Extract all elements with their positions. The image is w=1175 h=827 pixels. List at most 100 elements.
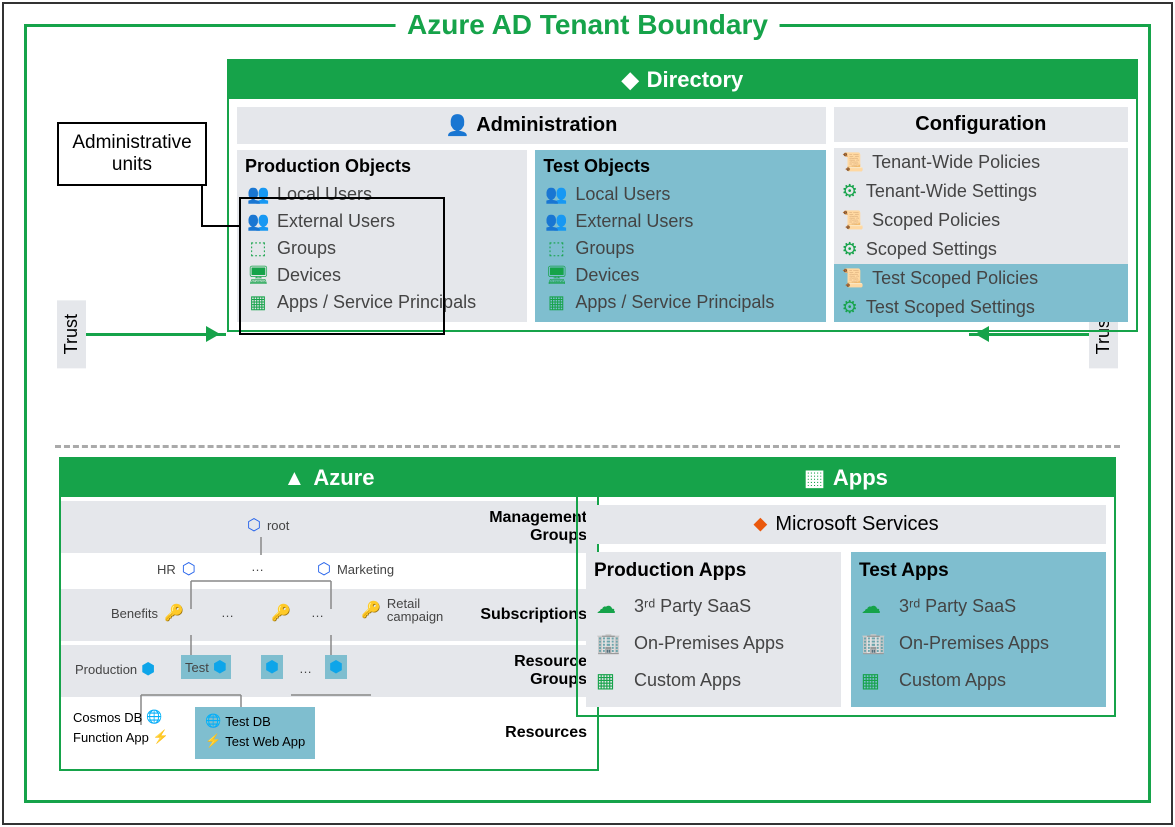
config-scoped-policies: 📜Scoped Policies [834,206,1128,235]
admin-units-scope-border [239,197,445,335]
config-tenant-policies: 📜Tenant-Wide Policies [834,148,1128,177]
administration-title: Administration [476,114,617,137]
mgmt-marketing-label: Marketing [337,562,394,577]
mgmt-group-icon: ⬡ [182,559,196,579]
grid-icon: ▦ [861,668,889,693]
test-groups: ⬚Groups [543,235,817,262]
admin-units-box: Administrative units [57,122,207,186]
scroll-icon: 📜 [842,268,864,289]
external-users-icon: 👥 [545,211,567,232]
rg-test-label: Test [185,660,209,675]
rg-production-label: Production [75,662,137,677]
admin-icon: 👤 [445,113,470,138]
res-testdb: 🌐Test DB [199,711,311,731]
building-icon: 🏢 [861,631,889,656]
azure-mgmt-row: ⬡ root Management Groups [61,501,597,553]
azure-icon: ▲ [284,465,306,491]
mgmt-root-label: root [267,518,289,533]
devices-icon: 🖥 [545,265,567,286]
resource-group-icon: ⬢ [325,655,347,679]
test-custom: ▦Custom Apps [859,662,1098,699]
configuration-header: Configuration [834,107,1128,142]
res-function: Function App⚡ [67,727,175,747]
function-icon: ⚡ [153,729,169,745]
sub-retail-label: Retail campaign [387,597,447,623]
sub-benefits-label: Benefits [111,606,158,621]
trust-arrow-left [86,333,226,336]
test-external-users: 👥External Users [543,208,817,235]
apps-section: ▦ Apps ⬥ Microsoft Services Production A… [576,457,1116,717]
resource-group-icon: ⬢ [141,659,155,679]
office-icon: ⬥ [753,513,767,536]
users-icon: 👥 [545,184,567,205]
gear-icon: ⚙ [842,239,858,260]
config-test-scoped-settings: ⚙Test Scoped Settings [834,293,1128,322]
web-icon: ⚡ [205,733,221,749]
apps-header: ▦ Apps [578,459,1114,497]
config-tenant-settings: ⚙Tenant-Wide Settings [834,177,1128,206]
azure-section: ▲ Azure [59,457,599,771]
res-cosmos: Cosmos DB🌐 [67,707,175,727]
tenant-boundary: Azure AD Tenant Boundary Administrative … [24,24,1151,803]
test-apps-sp: ▦Apps / Service Principals [543,289,817,316]
configuration-title: Configuration [915,113,1046,136]
administration-header: 👤 Administration [237,107,826,144]
key-icon: 🔑 [271,603,291,623]
scroll-icon: 📜 [842,210,864,231]
production-apps: Production Apps ☁3ʳᵈ Party SaaS 🏢On-Prem… [586,552,841,707]
cloud-icon: ☁ [861,594,889,619]
ms-services-label: Microsoft Services [775,513,938,536]
scroll-icon: 📜 [842,152,864,173]
test-objects: Test Objects 👥Local Users 👥External User… [535,150,825,322]
gear-icon: ⚙ [842,181,858,202]
config-scoped-settings: ⚙Scoped Settings [834,235,1128,264]
test-objects-title: Test Objects [543,156,817,177]
building-icon: 🏢 [596,631,624,656]
azure-resources-row: Cosmos DB🌐 Function App⚡ 🌐Test DB ⚡Test … [61,701,597,765]
azure-title: Azure [313,465,374,491]
trust-label-left: Trust [57,300,86,368]
azure-mgmt-row2: HR ⬡ … ⬡ Marketing [61,557,597,585]
apps-title: Apps [833,465,888,491]
divider-dash [55,445,1120,448]
resource-group-icon: ⬢ [261,655,283,679]
apps-header-icon: ▦ [804,465,825,491]
test-apps: Test Apps ☁3ʳᵈ Party SaaS 🏢On-Premises A… [851,552,1106,707]
db-icon: 🌐 [205,713,221,729]
directory-icon: ◆ [622,67,639,93]
test-onprem: 🏢On-Premises Apps [859,625,1098,662]
mgmt-hr-label: HR [157,562,176,577]
directory-header: ◆ Directory [229,61,1136,99]
apps-icon: ▦ [545,292,567,313]
cloud-icon: ☁ [596,594,624,619]
test-devices: 🖥Devices [543,262,817,289]
groups-icon: ⬚ [545,238,567,259]
res-testweb: ⚡Test Web App [199,731,311,751]
azure-rg-row: Production ⬢ Test ⬢ ⬢ … ⬢ Resource Group… [61,645,597,697]
ellipsis: … [251,559,264,574]
prod-3rd-party: ☁3ʳᵈ Party SaaS [594,588,833,625]
configuration-list: 📜Tenant-Wide Policies ⚙Tenant-Wide Setti… [834,148,1128,322]
prod-onprem: 🏢On-Premises Apps [594,625,833,662]
key-icon: 🔑 [164,603,184,623]
directory-title: Directory [647,67,744,93]
mgmt-group-icon: ⬡ [317,559,331,579]
azure-header: ▲ Azure [61,459,597,497]
key-icon: 🔑 [361,600,381,620]
tenant-boundary-title: Azure AD Tenant Boundary [395,9,780,41]
azure-subs-row: Benefits 🔑 … 🔑 … 🔑 Retail campaign Subsc… [61,589,597,641]
admin-units-connector [201,167,241,227]
prod-custom: ▦Custom Apps [594,662,833,699]
resources-label: Resources [467,724,597,742]
test-3rd-party: ☁3ʳᵈ Party SaaS [859,588,1098,625]
production-objects-title: Production Objects [245,156,519,177]
test-local-users: 👥Local Users [543,181,817,208]
mgmt-group-icon: ⬡ [247,515,261,535]
production-apps-title: Production Apps [594,560,833,582]
admin-units-label: Administrative units [72,132,191,175]
trust-arrow-right [969,333,1089,336]
outer-frame: Azure AD Tenant Boundary Administrative … [2,2,1173,825]
test-apps-title: Test Apps [859,560,1098,582]
gear-icon: ⚙ [842,297,858,318]
trust-left: Trust [57,300,226,368]
